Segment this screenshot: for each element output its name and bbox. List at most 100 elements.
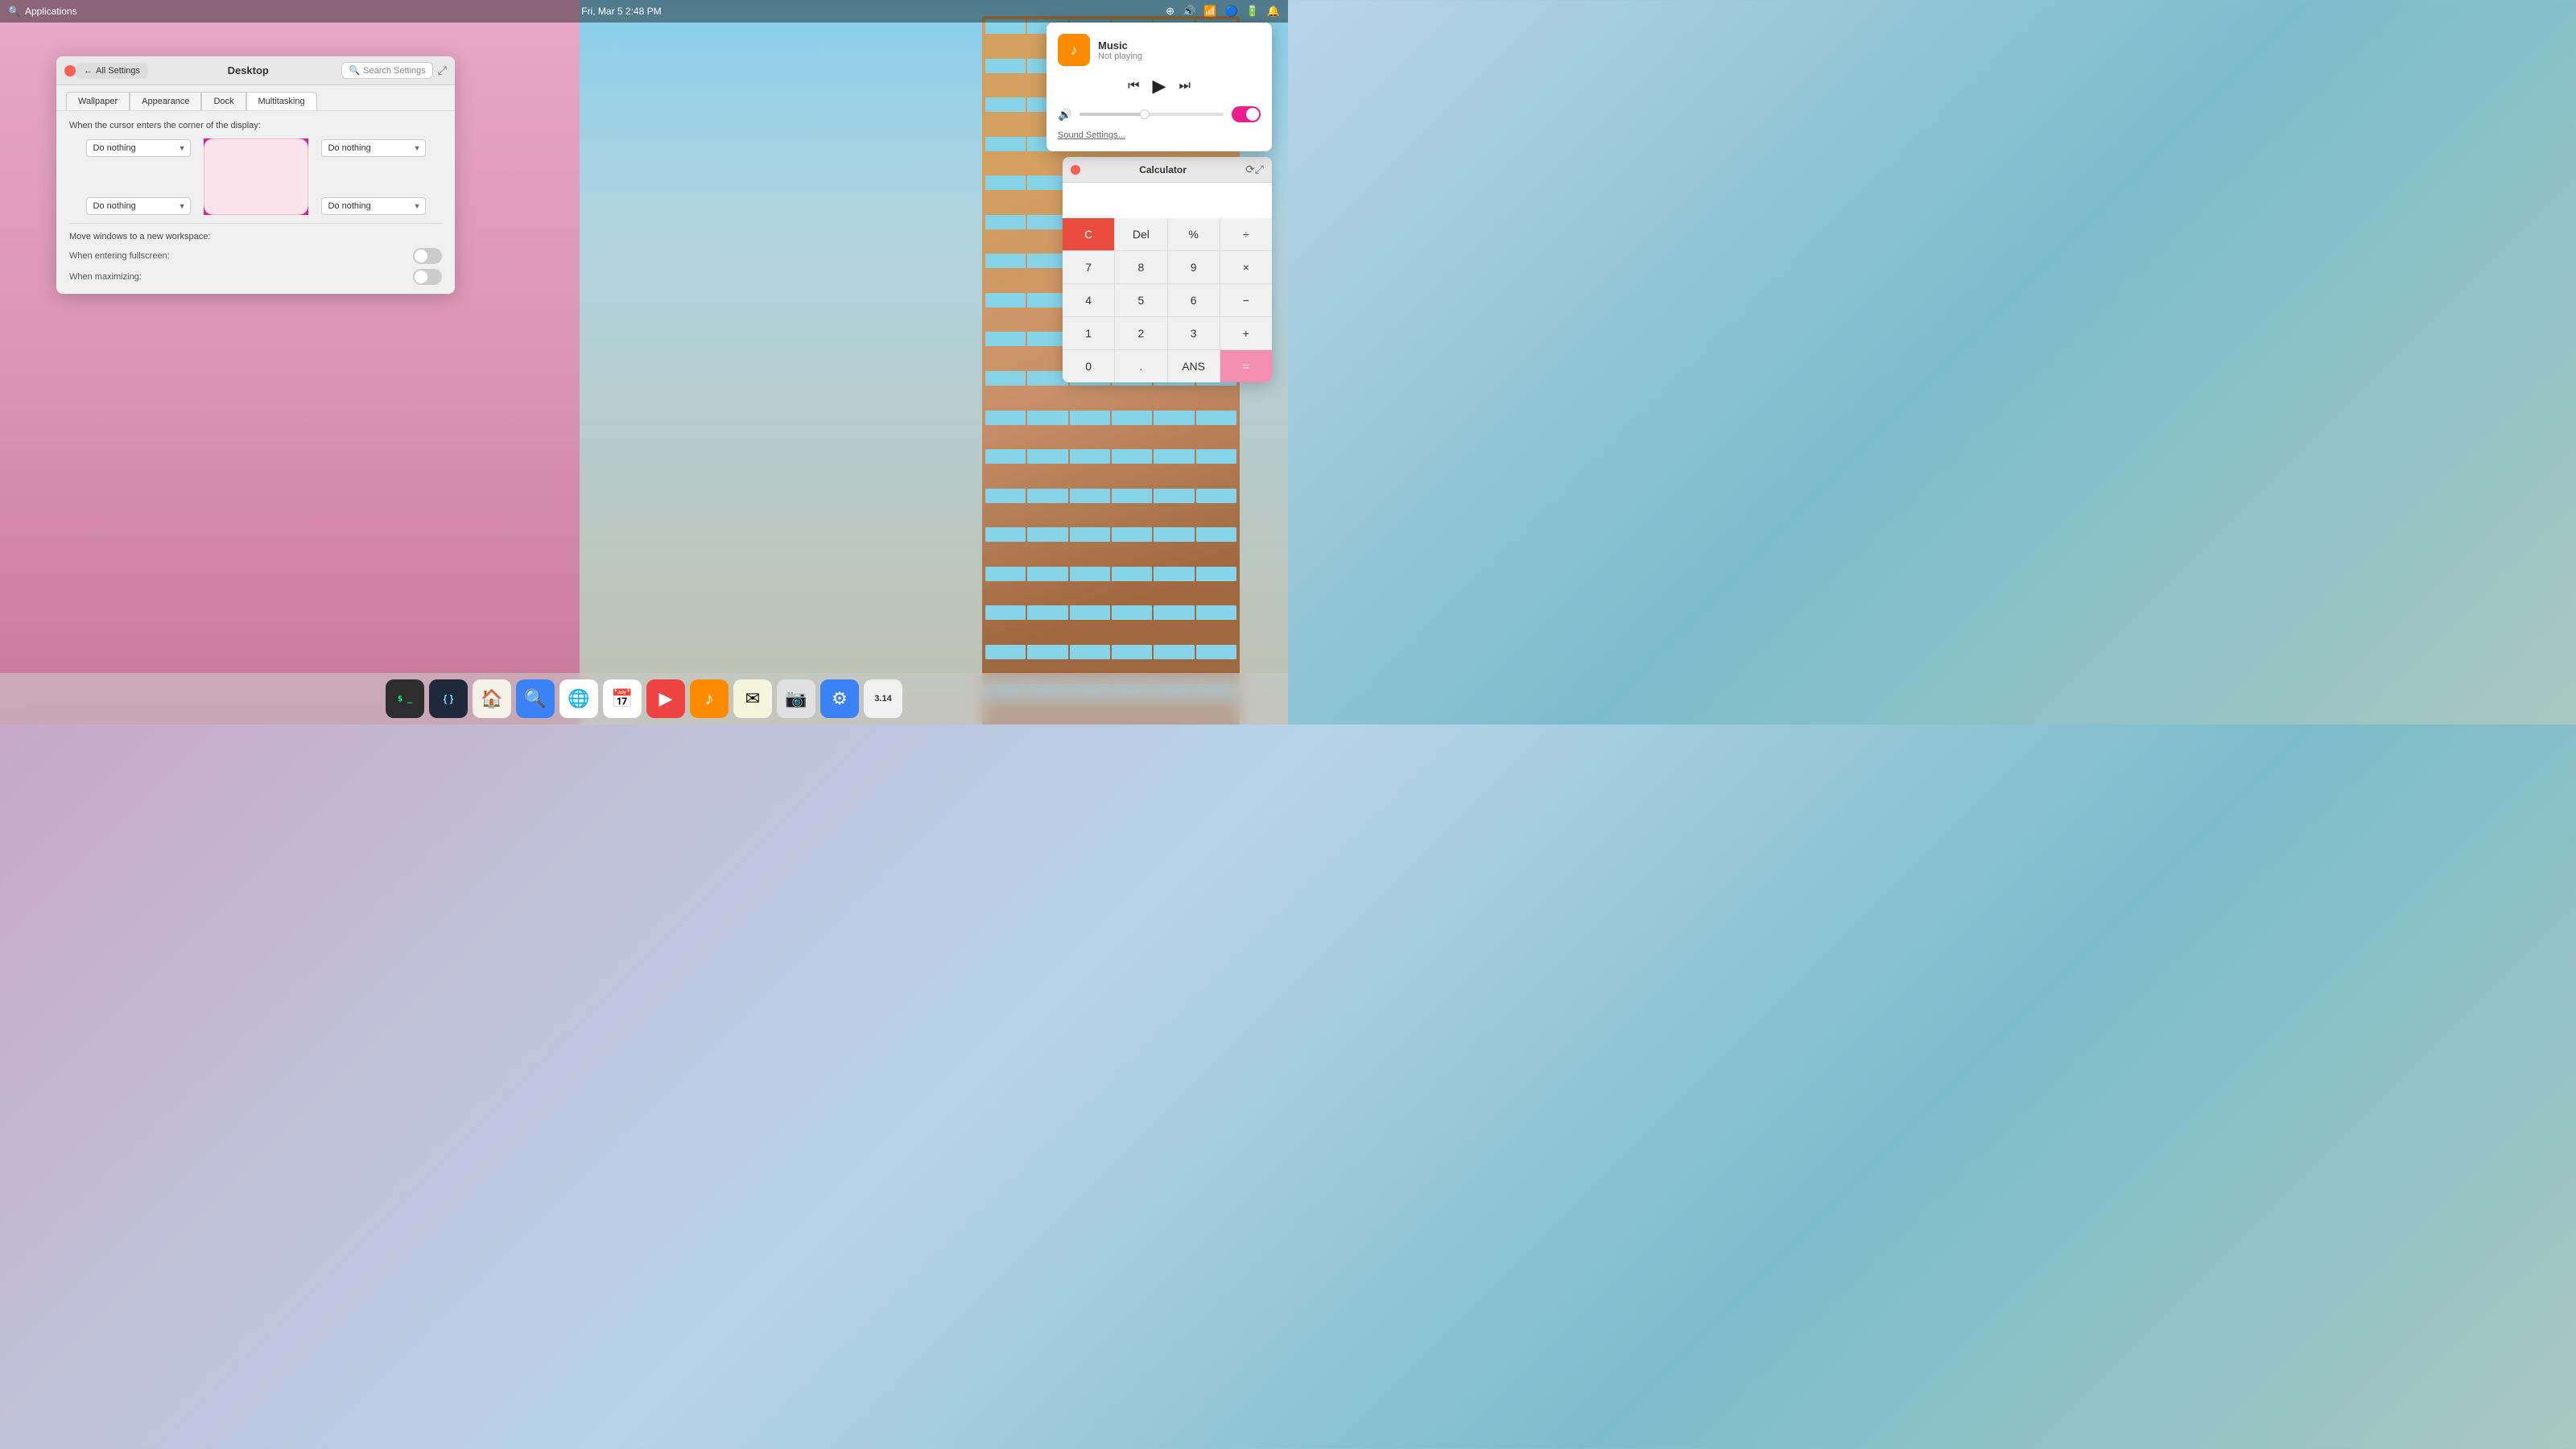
dock-item-terminal[interactable]: $ _ xyxy=(386,679,424,718)
calc-btn-4[interactable]: 4 xyxy=(1063,284,1114,316)
corner-dot-tr xyxy=(297,138,308,150)
dock-item-settings[interactable]: ⚙ xyxy=(820,679,859,718)
back-arrow-icon: ← xyxy=(84,66,93,76)
corner-dot-br xyxy=(297,204,308,215)
bottom-left-select[interactable]: Do nothing xyxy=(86,197,191,215)
dock-item-files[interactable]: 🏠 xyxy=(473,679,511,718)
corner-dot-bl xyxy=(204,204,215,215)
window-titlebar: ← All Settings Desktop 🔍 Search Settings… xyxy=(56,56,455,85)
music-app-icon: ♪ xyxy=(1058,34,1090,66)
calc-btn-9[interactable]: 9 xyxy=(1168,251,1220,283)
calc-btn-c[interactable]: C xyxy=(1063,218,1114,250)
calc-btn-2[interactable]: 2 xyxy=(1115,317,1166,349)
taskbar-center: Fri, Mar 5 2:48 PM xyxy=(581,6,661,17)
calc-close-button[interactable] xyxy=(1071,165,1080,175)
dock-item-calculator[interactable]: 3.14 xyxy=(864,679,902,718)
music-prev-button[interactable]: ⏮ xyxy=(1128,79,1139,93)
dock-item-calendar[interactable]: 📅 xyxy=(603,679,642,718)
window-close-button[interactable] xyxy=(64,65,76,76)
calc-btn-divide[interactable]: ÷ xyxy=(1220,218,1272,250)
top-left-select-wrapper[interactable]: Do nothing ▼ xyxy=(86,139,191,157)
calc-btn-del[interactable]: Del xyxy=(1115,218,1166,250)
back-button[interactable]: ← All Settings xyxy=(76,63,148,79)
datetime-label: Fri, Mar 5 2:48 PM xyxy=(581,6,661,17)
window-search[interactable]: 🔍 Search Settings xyxy=(341,62,432,79)
dock-item-browser[interactable]: 🌐 xyxy=(559,679,598,718)
music-toggle[interactable] xyxy=(1232,106,1261,122)
calc-btn-ans[interactable]: ANS xyxy=(1168,350,1220,382)
volume-fill xyxy=(1080,113,1144,116)
notification-icon[interactable]: 🔔 xyxy=(1267,5,1280,18)
maximizing-toggle-row: When maximizing: xyxy=(69,269,442,285)
top-right-select[interactable]: Do nothing xyxy=(321,139,426,157)
calc-btn-6[interactable]: 6 xyxy=(1168,284,1220,316)
window-expand-button[interactable]: ⤢ xyxy=(438,64,447,77)
maximizing-toggle[interactable] xyxy=(413,269,442,285)
dock-item-search[interactable]: 🔍 xyxy=(516,679,555,718)
volume-icon[interactable]: 🔊 xyxy=(1183,5,1195,18)
dock-item-video[interactable]: ▶ xyxy=(646,679,685,718)
search-placeholder: Search Settings xyxy=(363,66,426,76)
calc-buttons: C Del % ÷ 7 8 9 × 4 5 6 − 1 2 3 + 0 . AN… xyxy=(1063,218,1272,382)
tab-wallpaper[interactable]: Wallpaper xyxy=(66,92,130,110)
calc-btn-decimal[interactable]: . xyxy=(1115,350,1166,382)
dock-item-photos[interactable]: 📷 xyxy=(777,679,815,718)
music-next-button[interactable]: ⏭ xyxy=(1179,79,1190,93)
volume-slider[interactable] xyxy=(1080,113,1224,116)
calc-btn-minus[interactable]: − xyxy=(1220,284,1272,316)
calc-display xyxy=(1063,183,1272,218)
bluetooth-icon[interactable]: 🔵 xyxy=(1224,5,1237,18)
calc-btn-0[interactable]: 0 xyxy=(1063,350,1114,382)
calc-title: Calculator xyxy=(1080,164,1245,175)
music-popup: ♪ Music Not playing ⏮ ▶ ⏭ 🔊 Sound Settin… xyxy=(1046,23,1272,151)
wifi-icon[interactable]: 📶 xyxy=(1203,5,1216,18)
calc-expand-button[interactable]: ⤢ xyxy=(1255,163,1264,176)
bottom-right-select[interactable]: Do nothing xyxy=(321,197,426,215)
calc-btn-8[interactable]: 8 xyxy=(1115,251,1166,283)
music-play-button[interactable]: ▶ xyxy=(1153,76,1166,97)
calc-btn-percent[interactable]: % xyxy=(1168,218,1220,250)
move-windows-label: Move windows to a new workspace: xyxy=(69,232,442,242)
music-status: Not playing xyxy=(1098,52,1261,61)
dock: $ _ { } 🏠 🔍 🌐 📅 ▶ ♪ ✉ 📷 ⚙ 3.14 xyxy=(0,673,1288,724)
top-left-select[interactable]: Do nothing xyxy=(86,139,191,157)
window-title: Desktop xyxy=(155,64,341,76)
music-volume-row: 🔊 xyxy=(1058,106,1261,122)
applications-label[interactable]: Applications xyxy=(25,6,77,17)
taskbar-left: 🔍 Applications xyxy=(8,6,77,17)
corner-section-label: When the cursor enters the corner of the… xyxy=(69,121,442,130)
volume-icon: 🔊 xyxy=(1058,108,1071,122)
calc-btn-3[interactable]: 3 xyxy=(1168,317,1220,349)
move-windows-section: Move windows to a new workspace: When en… xyxy=(69,223,442,285)
settings-tabs: Wallpaper Appearance Dock Multitasking xyxy=(56,85,455,111)
calc-btn-1[interactable]: 1 xyxy=(1063,317,1114,349)
music-controls: ⏮ ▶ ⏭ xyxy=(1058,76,1261,97)
sound-settings-link[interactable]: Sound Settings... xyxy=(1058,130,1261,140)
music-popup-header: ♪ Music Not playing xyxy=(1058,34,1261,66)
tab-multitasking[interactable]: Multitasking xyxy=(246,92,317,110)
calc-btn-5[interactable]: 5 xyxy=(1115,284,1166,316)
music-title: Music xyxy=(1098,39,1261,52)
fullscreen-toggle[interactable] xyxy=(413,248,442,264)
bottom-right-select-wrapper[interactable]: Do nothing ▼ xyxy=(321,197,426,215)
accessibility-icon[interactable]: ⊕ xyxy=(1166,5,1174,18)
calc-history-button[interactable]: ⟳ xyxy=(1245,163,1255,176)
settings-content: When the cursor enters the corner of the… xyxy=(56,111,455,294)
battery-icon[interactable]: 🔋 xyxy=(1246,5,1259,18)
tab-dock[interactable]: Dock xyxy=(201,92,246,110)
calc-titlebar: Calculator ⟳ ⤢ xyxy=(1063,157,1272,183)
calc-btn-multiply[interactable]: × xyxy=(1220,251,1272,283)
dock-item-music[interactable]: ♪ xyxy=(690,679,729,718)
fullscreen-label: When entering fullscreen: xyxy=(69,251,170,261)
back-label: All Settings xyxy=(96,66,140,76)
dock-item-mail[interactable]: ✉ xyxy=(733,679,772,718)
calc-btn-7[interactable]: 7 xyxy=(1063,251,1114,283)
tab-appearance[interactable]: Appearance xyxy=(130,92,201,110)
top-right-select-wrapper[interactable]: Do nothing ▼ xyxy=(321,139,426,157)
calc-btn-equals[interactable]: = xyxy=(1220,350,1272,382)
bottom-left-select-wrapper[interactable]: Do nothing ▼ xyxy=(86,197,191,215)
calc-btn-plus[interactable]: + xyxy=(1220,317,1272,349)
dock-item-css-editor[interactable]: { } xyxy=(429,679,468,718)
calculator-window: Calculator ⟳ ⤢ C Del % ÷ 7 8 9 × 4 5 6 −… xyxy=(1063,157,1272,382)
corner-preview xyxy=(204,138,308,215)
